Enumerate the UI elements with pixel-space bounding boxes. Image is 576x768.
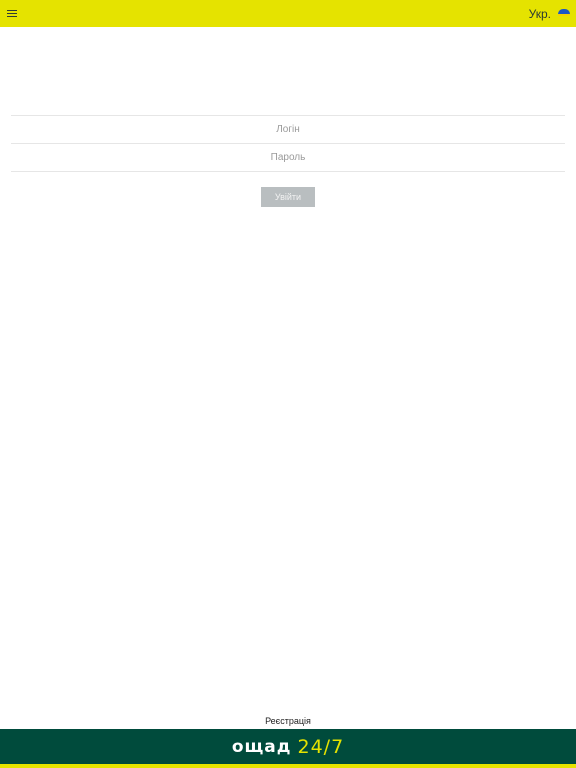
login-screen: Укр. Увійти Реєстрація ощад 24/7 [0, 0, 576, 768]
ukraine-flag-icon [558, 8, 570, 16]
bottom-accent-strip [0, 764, 576, 768]
menu-line [7, 16, 17, 17]
menu-line [7, 13, 17, 14]
language-switcher[interactable]: Укр. [529, 6, 570, 22]
logo-number: 24/7 [297, 735, 345, 758]
footer-logo-bar: ощад 24/7 [0, 729, 576, 764]
hamburger-menu-icon[interactable] [7, 8, 18, 19]
login-form [11, 115, 565, 172]
register-link[interactable]: Реєстрація [0, 716, 576, 726]
login-input[interactable] [11, 116, 565, 143]
login-button[interactable]: Увійти [261, 187, 315, 207]
divider [11, 171, 565, 172]
language-label: Укр. [528, 7, 551, 21]
top-bar: Укр. [0, 0, 576, 27]
password-input[interactable] [11, 144, 565, 171]
logo-word: ощад [231, 736, 292, 757]
menu-line [7, 10, 17, 11]
